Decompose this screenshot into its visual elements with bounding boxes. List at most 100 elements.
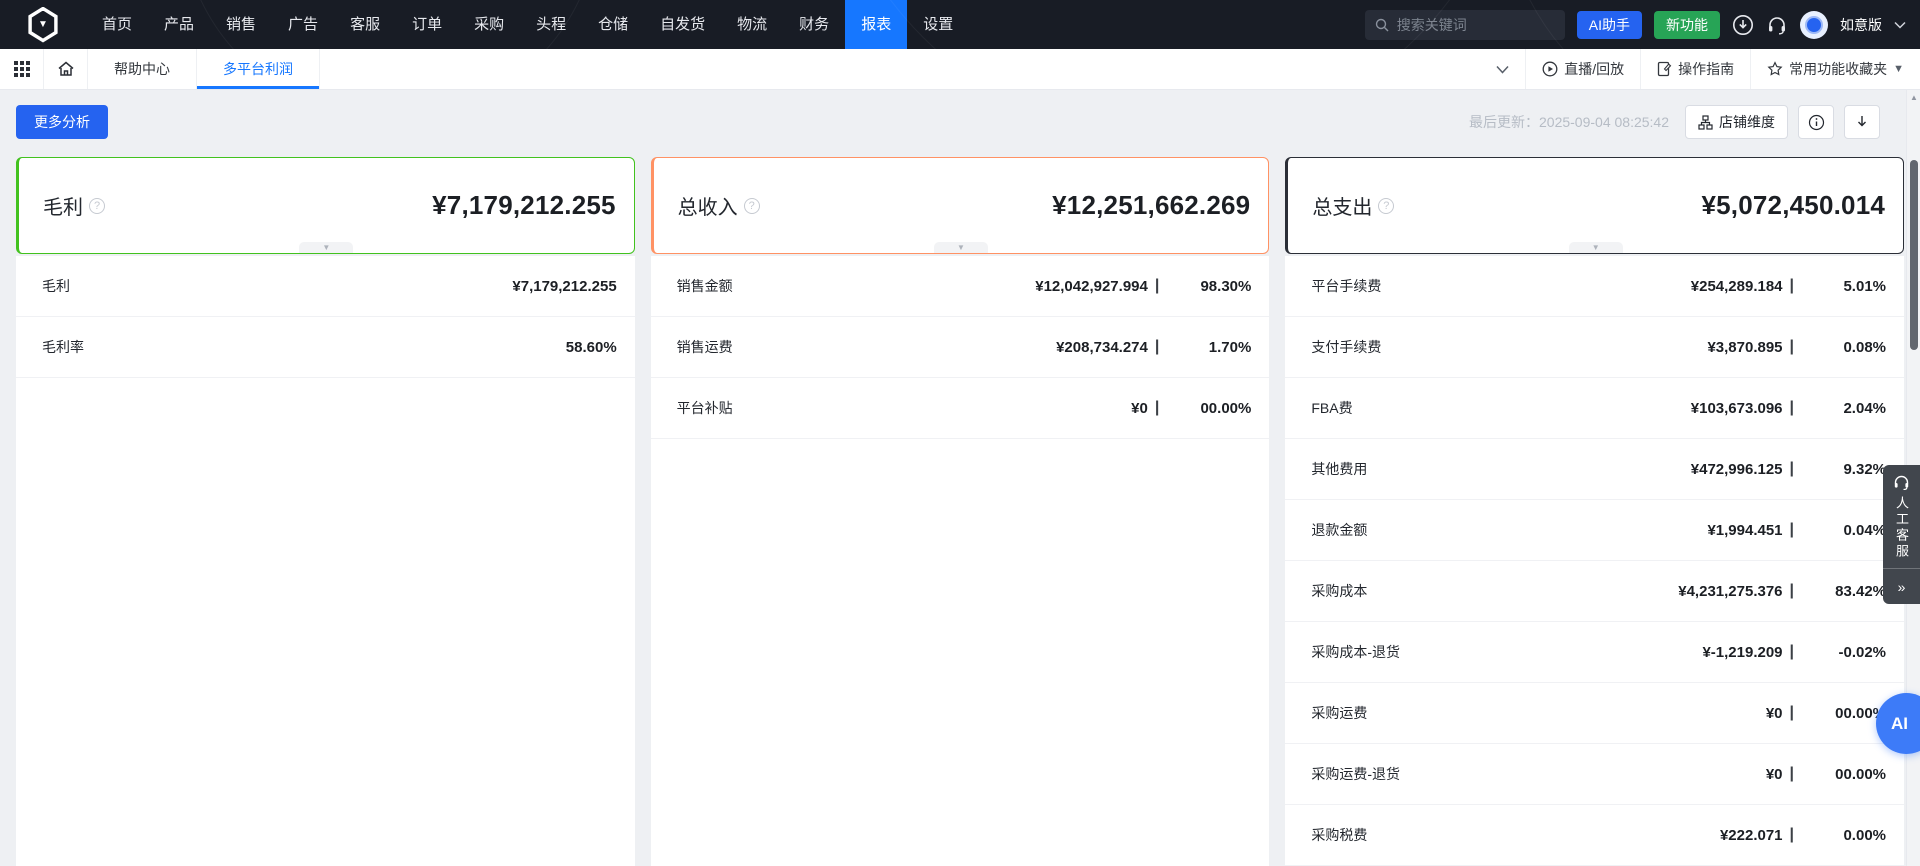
collapse-panel-button[interactable]: » [1883, 568, 1920, 604]
tab-bar: 帮助中心 多平台利润 直播/回放 操作指南 常用功能收藏夹 ▼ [0, 49, 1920, 90]
row-label: 退款金额 [1311, 520, 1367, 540]
global-search[interactable] [1365, 10, 1565, 40]
info-button[interactable] [1798, 105, 1834, 139]
table-row: 退款金额¥1,994.451|0.04% [1285, 500, 1904, 561]
card-title: 毛利? [43, 191, 105, 220]
table-row: 毛利¥7,179,212.255 [16, 256, 635, 317]
row-percent: 0.08% [1794, 339, 1886, 356]
row-label: 平台补贴 [677, 398, 733, 418]
nav-item-sales[interactable]: 销售 [210, 0, 272, 49]
nav-item-first-leg[interactable]: 头程 [520, 0, 582, 49]
last-updated-text: 最后更新：2025-09-04 08:25:42 [1469, 112, 1669, 132]
nav-item-home[interactable]: 首页 [86, 0, 148, 49]
headset-icon[interactable] [1766, 14, 1788, 36]
nav-item-settings[interactable]: 设置 [907, 0, 969, 49]
card-title-text: 总支出 [1312, 191, 1372, 220]
total-income-card: 总收入? ¥12,251,662.269 ▼ 销售金额¥12,042,927.994|… [651, 157, 1270, 866]
collapse-notch[interactable]: ▼ [299, 242, 353, 253]
collapse-notch[interactable]: ▼ [934, 242, 988, 253]
export-button[interactable] [1844, 105, 1880, 139]
row-value: ¥0 [1766, 766, 1783, 783]
card-total-value: ¥12,251,662.269 [1052, 190, 1250, 221]
gross-profit-card: 毛利?¥7,179,212.255▼毛利¥7,179,212.255毛利率58.… [16, 157, 635, 866]
card-title-text: 总收入 [678, 191, 738, 220]
scroll-up-arrow-icon[interactable]: ▲ [1907, 90, 1920, 104]
table-row: 其他费用¥472,996.125|9.32% [1285, 439, 1904, 500]
search-input[interactable] [1397, 17, 1555, 33]
row-value: ¥0 [1766, 705, 1783, 722]
row-label: 毛利率 [42, 337, 84, 357]
favorites-label: 常用功能收藏夹 [1789, 59, 1887, 79]
card-title: 总支出? [1312, 191, 1394, 220]
nav-item-purchasing[interactable]: 采购 [458, 0, 520, 49]
nav-item-warehouse[interactable]: 仓储 [582, 0, 644, 49]
row-value: ¥-1,219.209 [1702, 644, 1782, 661]
help-question-icon[interactable]: ? [1378, 198, 1394, 214]
new-features-button[interactable]: 新功能 [1654, 11, 1720, 39]
star-icon [1767, 61, 1783, 77]
table-row: 采购运费¥0|00.00% [1285, 683, 1904, 744]
total-income-card-body: 销售金额¥12,042,927.994|98.30%销售运费¥208,734.2… [651, 256, 1270, 866]
nav-item-logistics[interactable]: 物流 [721, 0, 783, 49]
gross-profit-card-body: 毛利¥7,179,212.255毛利率58.60% [16, 256, 635, 866]
card-title: 总收入? [678, 191, 760, 220]
row-percent: 00.00% [1159, 400, 1251, 417]
row-value: ¥4,231,275.376 [1678, 583, 1782, 600]
app-logo[interactable]: ▼ [0, 7, 86, 43]
row-percent: 83.42% [1794, 583, 1886, 600]
favorites-menu[interactable]: 常用功能收藏夹 ▼ [1750, 49, 1920, 89]
table-row: 销售金额¥12,042,927.994|98.30% [651, 256, 1270, 317]
row-value: ¥472,996.125 [1691, 461, 1783, 478]
row-value: ¥3,870.895 [1707, 339, 1782, 356]
scrollbar-thumb[interactable] [1910, 160, 1918, 350]
live-replay-link[interactable]: 直播/回放 [1525, 49, 1640, 89]
more-analysis-button[interactable]: 更多分析 [16, 105, 108, 139]
row-value: ¥0 [1131, 400, 1148, 417]
nav-item-customer-service[interactable]: 客服 [334, 0, 396, 49]
collapse-notch[interactable]: ▼ [1569, 242, 1623, 253]
help-question-icon[interactable]: ? [744, 198, 760, 214]
summary-cards: 毛利?¥7,179,212.255▼毛利¥7,179,212.255毛利率58.… [16, 157, 1904, 866]
apps-grid-button[interactable] [0, 49, 44, 89]
human-customer-service-button[interactable]: 人工客服 [1883, 465, 1920, 568]
row-value: ¥1,994.451 [1707, 522, 1782, 539]
nav-item-ads[interactable]: 广告 [272, 0, 334, 49]
main-menu: 首页产品销售广告客服订单采购头程仓储自发货物流财务报表设置 [86, 0, 969, 49]
table-row: 采购成本-退货¥-1,219.209|-0.02% [1285, 622, 1904, 683]
user-avatar[interactable] [1800, 11, 1828, 39]
help-question-icon[interactable]: ? [89, 198, 105, 214]
card-title-text: 毛利 [43, 191, 83, 220]
ai-assistant-button[interactable]: AI助手 [1577, 11, 1642, 39]
row-label: FBA费 [1311, 398, 1352, 418]
shop-dimension-button[interactable]: 店铺维度 [1685, 105, 1788, 139]
row-percent: 2.04% [1794, 400, 1886, 417]
row-value: ¥222.071 [1720, 827, 1783, 844]
favorites-caret-down-icon: ▼ [1893, 63, 1904, 75]
nav-item-products[interactable]: 产品 [148, 0, 210, 49]
version-chevron-down-icon[interactable] [1894, 21, 1906, 29]
info-circle-icon [1808, 114, 1825, 131]
row-label: 采购成本-退货 [1311, 642, 1400, 662]
tab-multi-platform-profit[interactable]: 多平台利润 [197, 49, 320, 89]
card-total-value: ¥7,179,212.255 [432, 190, 616, 221]
guide-doc-icon [1657, 61, 1672, 77]
shop-dimension-label: 店铺维度 [1719, 112, 1775, 132]
nav-item-orders[interactable]: 订单 [396, 0, 458, 49]
row-percent: 1.70% [1159, 339, 1251, 356]
nav-item-reports[interactable]: 报表 [845, 0, 907, 49]
customer-service-label: 人工客服 [1892, 496, 1911, 560]
home-button[interactable] [44, 49, 88, 89]
row-label: 销售运费 [677, 337, 733, 357]
table-row: 采购运费-退货¥0|00.00% [1285, 744, 1904, 805]
table-row: 平台手续费¥254,289.184|5.01% [1285, 256, 1904, 317]
tab-help-center[interactable]: 帮助中心 [88, 49, 197, 89]
nav-item-self-delivery[interactable]: 自发货 [644, 0, 721, 49]
operation-guide-label: 操作指南 [1678, 59, 1734, 79]
download-circle-icon[interactable] [1732, 14, 1754, 36]
row-percent: 9.32% [1794, 461, 1886, 478]
tabs-chevron-down-icon[interactable] [1480, 49, 1525, 89]
nav-item-finance[interactable]: 财务 [783, 0, 845, 49]
operation-guide-link[interactable]: 操作指南 [1640, 49, 1750, 89]
row-percent: 0.04% [1794, 522, 1886, 539]
play-circle-icon [1542, 61, 1558, 77]
